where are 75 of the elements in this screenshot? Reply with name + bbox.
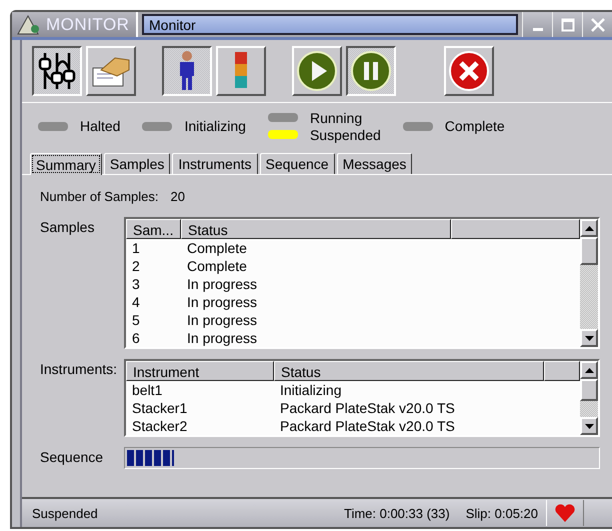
- minimize-button[interactable]: [522, 12, 552, 37]
- tab[interactable]: Sequence: [260, 153, 335, 174]
- table-cell-text: Stacker2: [131, 417, 188, 435]
- scrollbar[interactable]: [580, 219, 598, 347]
- logo-icon: [16, 14, 42, 36]
- indicator-label: Running: [310, 110, 362, 126]
- scrollbar[interactable]: [580, 361, 598, 435]
- table-cell-text: In progress: [186, 293, 258, 311]
- table-cell-text: 5: [131, 311, 141, 329]
- time-text: Time: 0:00:33 (33): [342, 506, 451, 520]
- scroll-down-button[interactable]: [580, 417, 598, 435]
- minimize-icon: [532, 28, 542, 30]
- table-cell-text: 6: [131, 329, 141, 347]
- table-cell-text: Complete: [186, 239, 248, 257]
- column-header[interactable]: [451, 219, 580, 239]
- indicator-label: Initializing: [184, 118, 246, 134]
- table-cell-text: 4: [131, 293, 141, 311]
- tab[interactable]: Samples: [104, 153, 170, 174]
- scroll-up-button[interactable]: [580, 219, 598, 237]
- close-icon: [590, 18, 604, 32]
- close-button[interactable]: [582, 12, 612, 37]
- table-cell-text: Complete: [186, 257, 248, 275]
- list-view[interactable]: Sam... Status 1 Complete 2 Complete 3 In progress 4 In progress 5 In progress 6 In progress: [124, 217, 600, 349]
- app-name: MONITOR: [46, 14, 130, 34]
- maximize-icon: [560, 18, 574, 32]
- table-cell-text: In progress: [186, 311, 258, 329]
- column-header[interactable]: Instrument: [126, 361, 274, 381]
- heart-icon: [554, 503, 576, 523]
- person-icon: [177, 50, 197, 92]
- indicator-label: Halted: [80, 118, 120, 134]
- table-cell-text: In progress: [186, 329, 258, 347]
- table-cell-text: 2: [131, 257, 141, 275]
- status-text: Suspended: [32, 506, 98, 520]
- tab[interactable]: Summary: [30, 153, 102, 175]
- table-cell-text: Initializing: [279, 381, 342, 399]
- section-label: Instruments:: [40, 360, 118, 379]
- scroll-thumb[interactable]: [580, 237, 598, 265]
- tab[interactable]: Instruments: [172, 153, 258, 174]
- slip-text: Slip: 0:05:20: [464, 506, 539, 520]
- pause-icon: [350, 50, 392, 92]
- table-cell-text: 3: [131, 275, 141, 293]
- column-header[interactable]: [544, 361, 580, 381]
- indicator-label: Suspended: [310, 126, 381, 142]
- list-view[interactable]: Instrument Status belt1 Initializing Stacker1 Packard PlateStak v20.0 TS Stacker2 Packard PlateStak v20.0 TS: [124, 359, 600, 437]
- toolbar-button[interactable]: [162, 46, 212, 96]
- table-cell-text: Packard PlateStak v20.0 TS: [279, 399, 456, 417]
- up-arrow-icon: [584, 226, 594, 230]
- indicator-label: Complete: [444, 118, 505, 134]
- table-cell-text: Stacker1: [131, 399, 188, 417]
- scroll-thumb[interactable]: [580, 379, 598, 401]
- table-cell-text: Packard PlateStak v20.0 TS: [279, 417, 456, 435]
- down-arrow-icon: [584, 336, 594, 340]
- field-value: 20: [170, 189, 185, 204]
- scroll-down-button[interactable]: [580, 329, 598, 347]
- toolbar-button[interactable]: [32, 46, 82, 96]
- maximize-button[interactable]: [552, 12, 582, 37]
- column-header[interactable]: Status: [274, 361, 544, 381]
- table-cell-text: 1: [131, 239, 141, 257]
- scroll-up-button[interactable]: [580, 361, 598, 379]
- table-cell-text: In progress: [186, 275, 258, 293]
- stack-light-icon: [234, 51, 248, 91]
- toolbar-button[interactable]: [346, 46, 396, 96]
- close-icon: [448, 50, 490, 92]
- switches-icon: [37, 51, 77, 91]
- column-header[interactable]: Status: [181, 219, 451, 239]
- section-label: Samples: [40, 218, 96, 237]
- down-arrow-icon: [584, 424, 594, 428]
- column-header[interactable]: Sam...: [126, 219, 181, 239]
- field-label: Number of Samples:: [40, 189, 158, 204]
- window-title: Monitor: [142, 14, 518, 35]
- tab[interactable]: Messages: [336, 153, 412, 174]
- up-arrow-icon: [584, 368, 594, 372]
- section-label: Sequence: [40, 448, 104, 467]
- table-cell-text: belt1: [131, 381, 164, 399]
- play-icon: [296, 50, 338, 92]
